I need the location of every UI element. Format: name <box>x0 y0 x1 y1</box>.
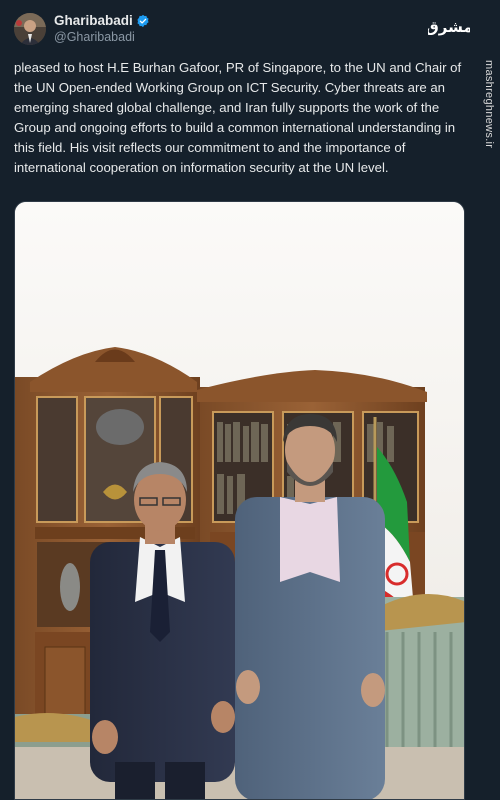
mashregh-logo-icon: مشرق <box>425 12 472 40</box>
tweet-card: Gharibabadi @Gharibabadi مشرق mashreghne… <box>0 0 500 800</box>
watermark-site-label: mashreghnews.ir <box>483 60 495 149</box>
author-display-name[interactable]: Gharibabadi <box>54 13 133 29</box>
watermark-side-text: mashreghnews.ir <box>479 60 497 180</box>
tweet-header: Gharibabadi @Gharibabadi <box>14 12 150 46</box>
tweet-text: pleased to host H.E Burhan Gafoor, PR of… <box>14 60 462 175</box>
verified-badge-icon <box>136 14 150 28</box>
tweet-photo[interactable] <box>14 201 465 800</box>
author-handle[interactable]: @Gharibabadi <box>54 29 150 45</box>
avatar-image <box>14 13 46 45</box>
author-avatar[interactable] <box>14 13 46 45</box>
watermark-logo-text: مشرق <box>428 18 470 36</box>
author-names: Gharibabadi @Gharibabadi <box>54 13 150 45</box>
photo-image <box>15 202 464 799</box>
name-row: Gharibabadi <box>54 13 150 29</box>
